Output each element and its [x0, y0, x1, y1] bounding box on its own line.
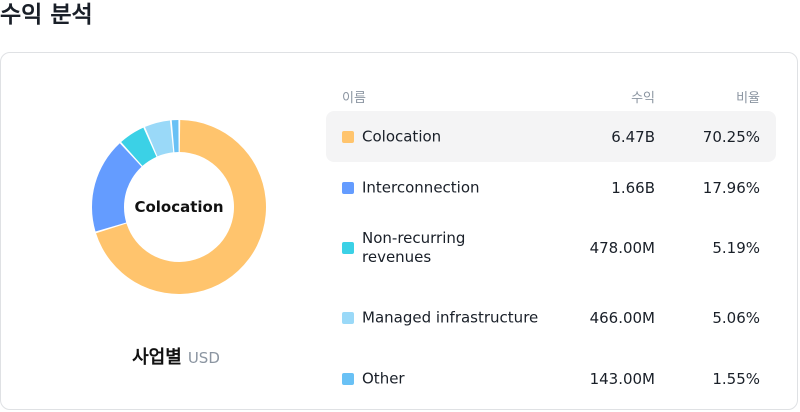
legend-table: 이름 수익 비율 Colocation 6.47B 70.25% Interco… [326, 81, 776, 404]
row-ratio: 1.55% [712, 369, 760, 388]
table-row-non-recurring[interactable]: Non-recurring revenues 478.00M 5.19% [326, 213, 776, 283]
row-ratio: 5.19% [712, 239, 760, 257]
revenue-card: Colocation 사업별 USD 이름 수익 비율 Colocation 6.… [0, 52, 798, 410]
row-ratio: 5.06% [712, 309, 760, 327]
row-name: Non-recurring revenues [362, 229, 466, 266]
legend-swatch [342, 312, 354, 324]
legend-swatch [342, 242, 354, 254]
row-ratio: 17.96% [702, 178, 760, 197]
chart-caption: 사업별 USD [1, 343, 351, 369]
row-revenue: 478.00M [589, 239, 655, 257]
row-ratio: 70.25% [702, 127, 760, 146]
header-revenue: 수익 [631, 91, 655, 106]
row-name: Interconnection [362, 178, 480, 196]
row-name: Managed infrastructure [362, 308, 539, 327]
legend-swatch [342, 181, 354, 194]
chart-unit: USD [187, 349, 220, 367]
row-name: Colocation [362, 127, 442, 145]
row-name: Other [362, 369, 405, 387]
row-revenue: 6.47B [611, 127, 655, 146]
table-header: 이름 수익 비율 [326, 81, 776, 111]
header-ratio: 비율 [736, 91, 760, 106]
donut-center-label: Colocation [134, 198, 224, 216]
row-revenue: 143.00M [589, 369, 655, 388]
table-row-other[interactable]: Other 143.00M 1.55% [326, 353, 776, 404]
chart-title: 사업별 [132, 347, 182, 368]
donut-chart: Colocation [91, 119, 267, 295]
table-row-colocation[interactable]: Colocation 6.47B 70.25% [326, 111, 776, 162]
legend-swatch [342, 130, 354, 143]
page-title: 수익 분석 [0, 2, 93, 28]
row-revenue: 1.66B [611, 178, 655, 197]
table-row-interconnection[interactable]: Interconnection 1.66B 17.96% [326, 162, 776, 213]
legend-swatch [342, 372, 354, 385]
table-row-managed-infrastructure[interactable]: Managed infrastructure 466.00M 5.06% [326, 283, 776, 353]
row-revenue: 466.00M [589, 309, 655, 327]
header-name: 이름 [342, 91, 366, 106]
